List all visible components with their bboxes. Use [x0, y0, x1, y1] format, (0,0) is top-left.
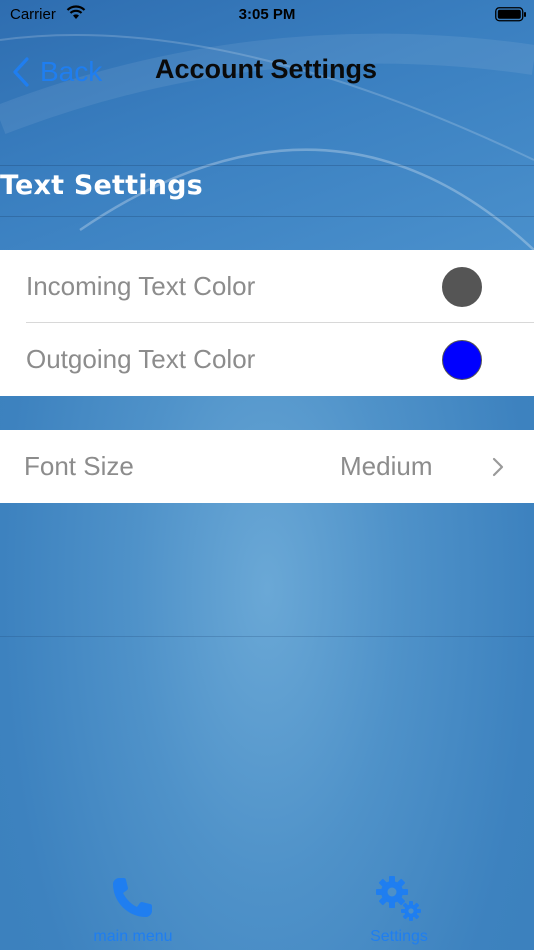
back-label: Back	[40, 56, 103, 87]
chevron-left-icon	[13, 57, 29, 87]
chevron-right-icon	[492, 457, 504, 477]
header-background	[0, 0, 534, 250]
battery-icon	[495, 7, 527, 26]
tab-main-menu[interactable]: main menu	[48, 870, 218, 948]
section-header: Text Settings	[0, 170, 203, 201]
status-time: 3:05 PM	[238, 6, 296, 23]
background-divider	[0, 636, 534, 637]
incoming-color-swatch[interactable]	[442, 266, 482, 307]
text-color-group: Incoming Text Color Outgoing Text Color	[0, 250, 534, 396]
page-title: Account Settings	[155, 54, 378, 84]
font-size-value: Medium	[340, 451, 433, 481]
status-bar: Carrier 3:05 PM	[0, 0, 534, 28]
tab-bar: main menu Settings	[0, 870, 534, 950]
decorative-swoosh	[0, 33, 534, 250]
gear-icon	[374, 874, 424, 931]
phone-icon	[110, 874, 156, 925]
font-size-row[interactable]: Font Size Medium	[0, 430, 534, 503]
incoming-text-color-label: Incoming Text Color	[26, 271, 256, 301]
back-button[interactable]: Back	[12, 52, 102, 92]
outgoing-color-swatch[interactable]	[442, 339, 482, 380]
incoming-text-color-row[interactable]: Incoming Text Color	[0, 250, 534, 323]
font-size-label: Font Size	[24, 451, 134, 481]
section-divider-bottom	[0, 216, 534, 217]
tab-settings-label: Settings	[370, 928, 428, 945]
font-size-group: Font Size Medium	[0, 430, 534, 503]
navigation-bar: Back Account Settings	[0, 44, 534, 100]
section-divider-top	[0, 165, 534, 166]
outgoing-text-color-label: Outgoing Text Color	[26, 344, 256, 374]
tab-main-menu-label: main menu	[93, 928, 173, 945]
outgoing-text-color-row[interactable]: Outgoing Text Color	[0, 323, 534, 396]
tab-settings[interactable]: Settings	[314, 870, 484, 948]
